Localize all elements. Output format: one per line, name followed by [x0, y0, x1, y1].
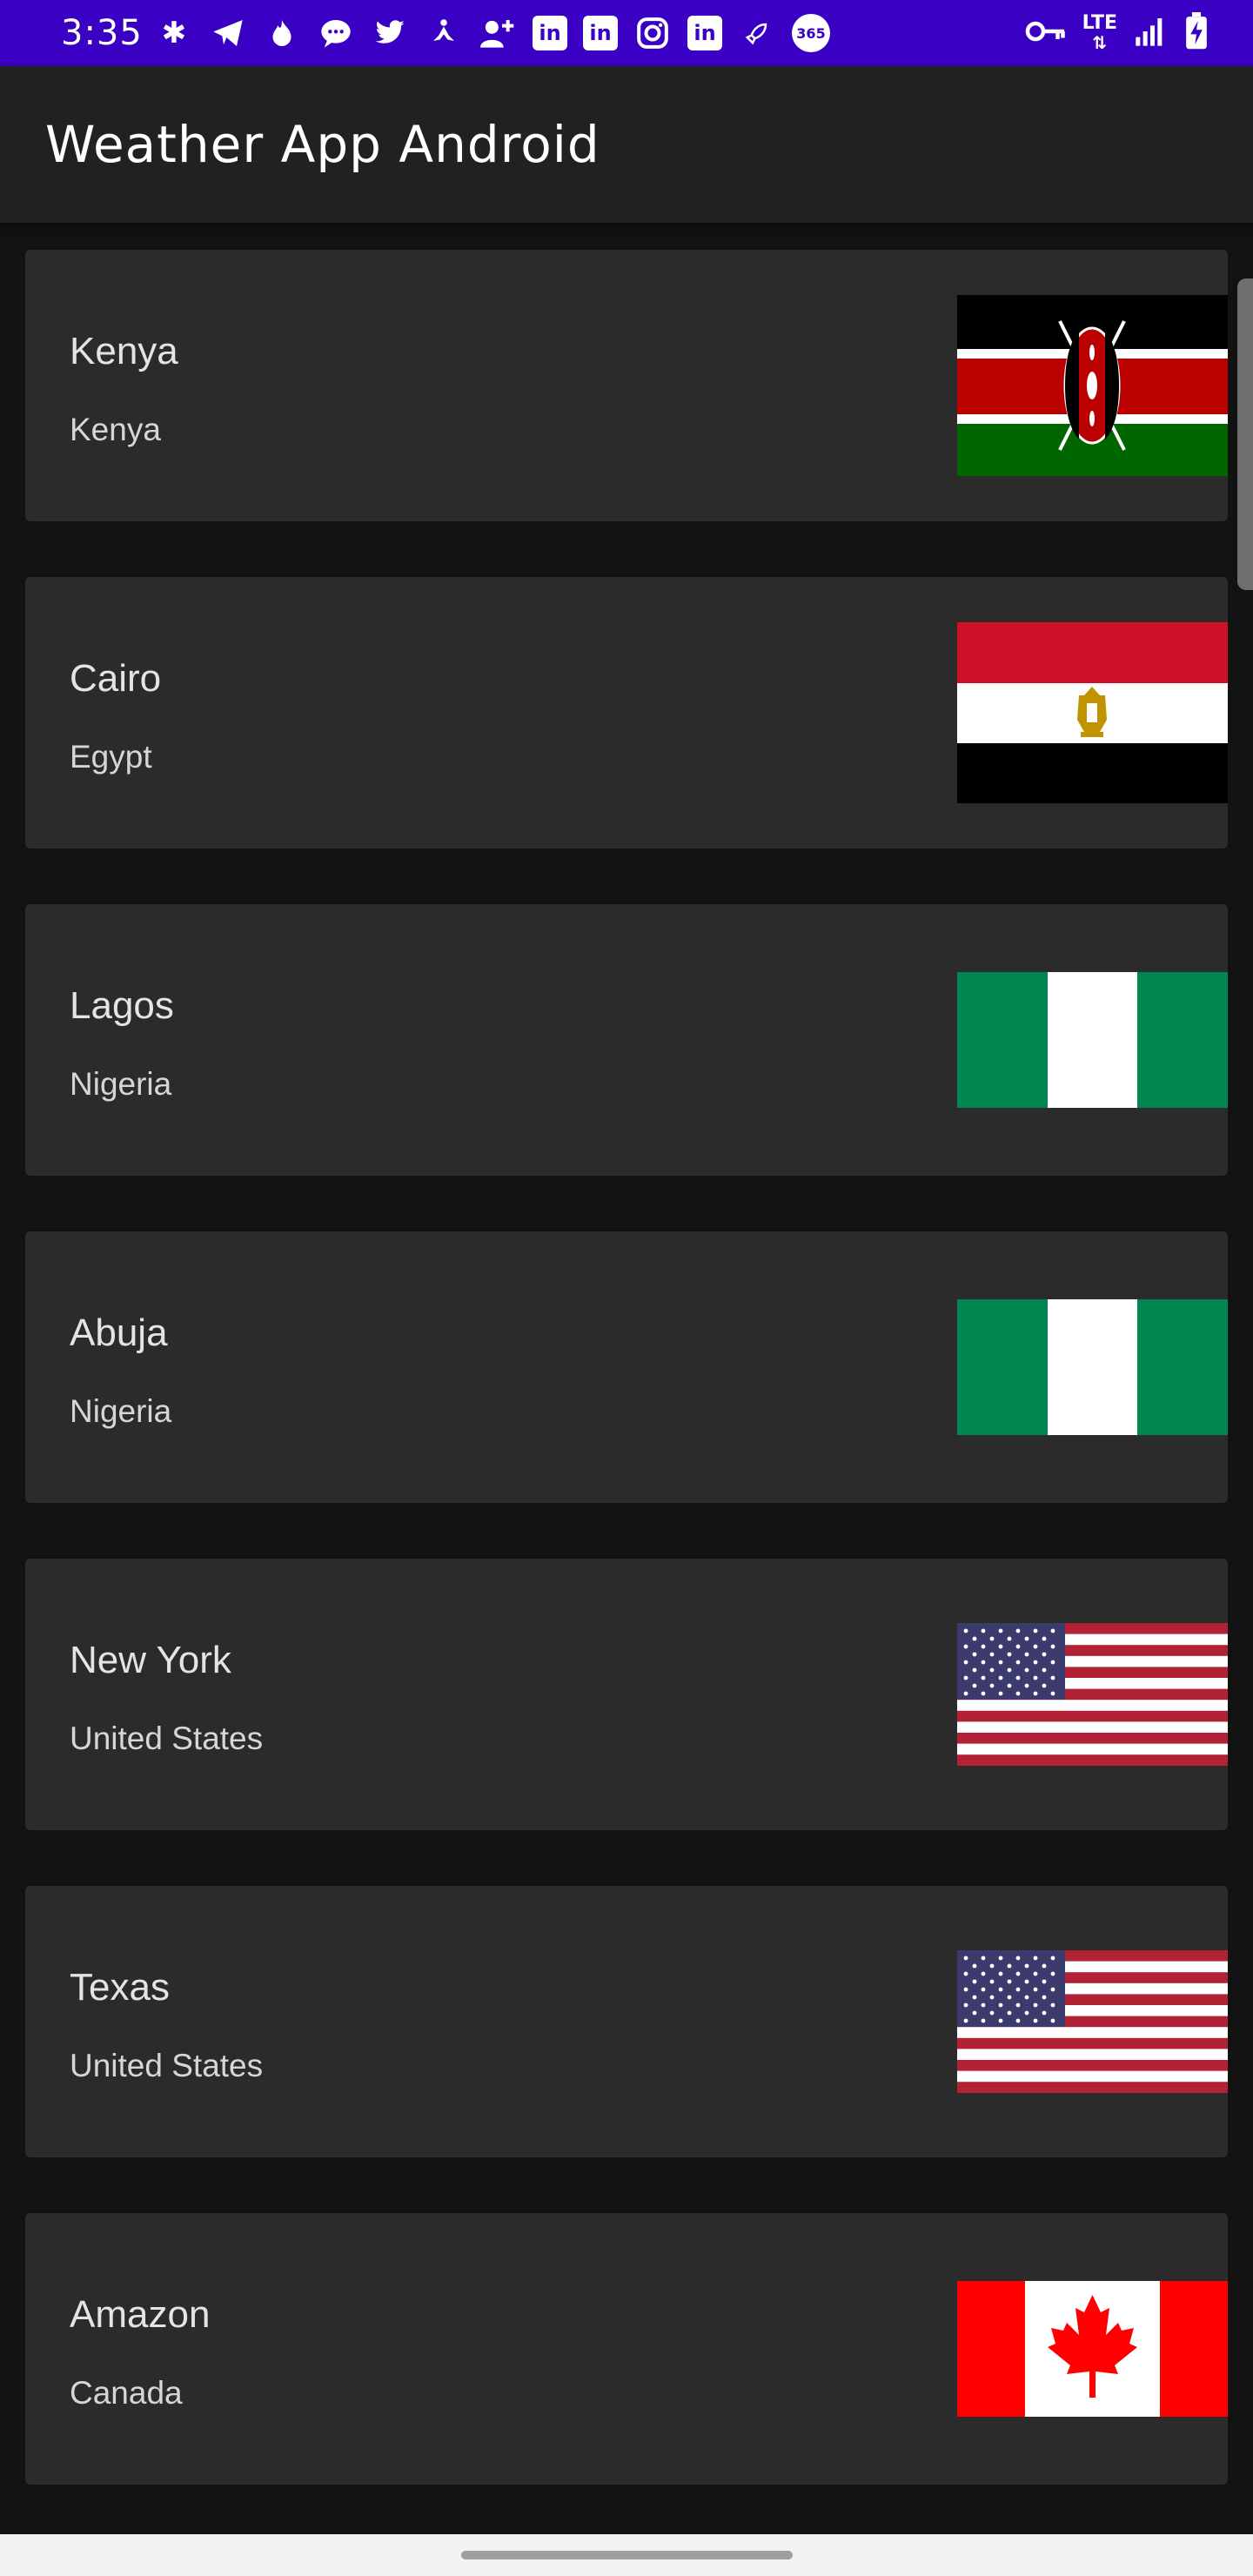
navigation-bar: [0, 2534, 1253, 2576]
location-card-cairo[interactable]: Cairo Egypt: [25, 577, 1228, 849]
city-name: Lagos: [70, 984, 174, 1027]
country-name: United States: [70, 2048, 264, 2083]
system-icons: LTE ⇅: [1025, 10, 1209, 56]
location-card-abuja[interactable]: Abuja Nigeria: [25, 1231, 1228, 1503]
battery-charging-icon: [1183, 12, 1209, 54]
canada-flag: [957, 2281, 1228, 2417]
linkedin-icon: in: [583, 16, 618, 50]
home-gesture-handle[interactable]: [461, 2551, 793, 2559]
country-name: United States: [70, 1721, 264, 1756]
city-name: Abuja: [70, 1311, 168, 1354]
twitter-icon: [371, 14, 409, 52]
lte-icon: LTE ⇅: [1082, 11, 1117, 53]
location-card-amazon[interactable]: Amazon Canada: [25, 2213, 1228, 2485]
location-card-texas[interactable]: Texas United States: [25, 1886, 1228, 2157]
city-name: Amazon: [70, 2293, 211, 2336]
instagram-icon: [633, 14, 672, 52]
country-name: Nigeria: [70, 1066, 172, 1102]
usa-flag: [957, 1623, 1228, 1766]
city-name: Texas: [70, 1966, 170, 2009]
usa-flag: [957, 1950, 1228, 2093]
country-name: Kenya: [70, 412, 161, 447]
country-name: Canada: [70, 2375, 183, 2411]
kenya-flag: [957, 295, 1228, 476]
location-card-lagos[interactable]: Lagos Nigeria: [25, 904, 1228, 1176]
slack-icon: ✱: [161, 16, 187, 50]
nigeria-flag: [957, 1299, 1228, 1435]
linkedin-icon: in: [533, 16, 567, 50]
rocket-icon: [738, 14, 776, 52]
country-name: Nigeria: [70, 1393, 172, 1429]
location-card-kenya[interactable]: Kenya Kenya: [25, 250, 1228, 521]
status-time: 3:35: [61, 13, 143, 53]
signal-icon: [1133, 14, 1168, 52]
egypt-flag: [957, 622, 1228, 803]
app-title: Weather App Android: [45, 115, 600, 174]
tinder-icon: [263, 14, 301, 52]
location-card-new-york[interactable]: New York United States: [25, 1559, 1228, 1830]
messages-icon: [317, 14, 355, 52]
city-name: Kenya: [70, 330, 178, 372]
yoga-icon: [425, 14, 463, 52]
network-label: LTE: [1082, 11, 1117, 34]
app-bar: Weather App Android: [0, 66, 1253, 223]
nigeria-flag: [957, 972, 1228, 1108]
linkedin-icon: in: [687, 16, 722, 50]
city-name: New York: [70, 1639, 231, 1681]
country-name: Egypt: [70, 739, 152, 775]
scrollbar-thumb[interactable]: [1237, 278, 1253, 590]
notification-icons: ✱ in in in 365: [155, 14, 830, 52]
app-365-icon: 365: [792, 14, 830, 52]
status-bar: 3:35 ✱ in in in 365 LTE ⇅: [0, 0, 1253, 66]
telegram-icon: [209, 14, 247, 52]
vpn-key-icon: [1025, 18, 1067, 48]
city-name: Cairo: [70, 657, 162, 700]
add-contact-icon: [479, 14, 517, 52]
